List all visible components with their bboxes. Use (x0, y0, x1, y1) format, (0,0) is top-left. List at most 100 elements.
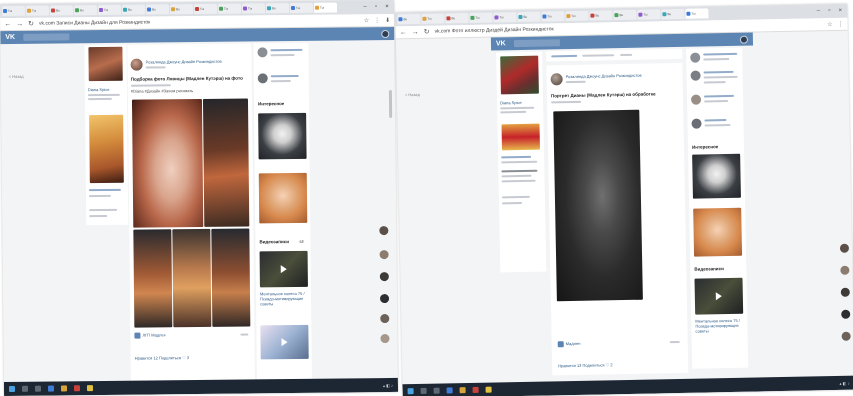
chat-avatar[interactable] (840, 265, 850, 275)
browser-tab[interactable]: Tur (493, 12, 517, 23)
task-view-icon[interactable] (34, 385, 42, 392)
post-author-avatar[interactable] (550, 73, 563, 86)
profile-name[interactable]: Diana Spice (500, 100, 522, 105)
profile-photo[interactable] (88, 46, 123, 82)
post-photo-grid-1[interactable] (133, 229, 173, 328)
group-avatar[interactable] (690, 70, 701, 81)
reload-icon[interactable]: ↻ (28, 20, 34, 28)
bookmark-star-icon[interactable]: ☆ (364, 17, 369, 24)
minimize-button[interactable]: – (362, 4, 368, 10)
task-view-icon[interactable] (433, 387, 440, 394)
feed-tab[interactable] (551, 54, 578, 58)
chat-avatar[interactable] (379, 272, 389, 282)
close-button[interactable]: × (837, 8, 843, 14)
side-menu-back-link[interactable]: < Назад (9, 74, 24, 79)
vk-logo[interactable]: VK (5, 34, 15, 41)
friend-photo[interactable] (501, 123, 540, 151)
chat-avatar[interactable] (380, 334, 390, 344)
maximize-button[interactable]: ▫ (826, 8, 832, 14)
start-windows-icon[interactable] (8, 385, 16, 393)
menu-dots-icon[interactable]: ⋮ (838, 20, 844, 27)
video-caption[interactable]: Ментальное колесо 75 / Псевдо-мотивирующ… (695, 318, 745, 334)
side-menu-back-link[interactable]: < Назад (405, 92, 420, 97)
opera-icon[interactable] (73, 385, 81, 392)
forward-arrow-icon[interactable]: → (412, 28, 419, 35)
url-field[interactable]: vk.com Записи Дианы Дизайн для Розкиндис… (39, 19, 150, 26)
post-attachment-link[interactable]: Мадлен (566, 341, 581, 346)
browser-tab[interactable]: Tur (193, 3, 218, 15)
group-avatar[interactable] (691, 118, 702, 129)
browser-icon[interactable] (47, 385, 55, 392)
browser-tab[interactable]: Bu (445, 12, 469, 24)
search-icon[interactable] (21, 385, 29, 392)
browser-tab[interactable]: Tur (541, 11, 565, 22)
files-icon[interactable] (485, 386, 492, 393)
post-author-avatar[interactable] (130, 58, 143, 71)
maximize-button[interactable]: ▫ (373, 4, 379, 10)
group-avatar[interactable] (690, 94, 702, 105)
back-arrow-icon[interactable]: ← (400, 29, 407, 36)
folder-icon[interactable] (60, 385, 68, 392)
video-thumbnail[interactable] (694, 277, 744, 315)
post-actions[interactable]: Нравится 12 Поделиться ♡ 3 (135, 355, 245, 361)
tray-icons[interactable]: ▴ ◧ ♪ (839, 380, 849, 385)
chat-avatar[interactable] (841, 309, 851, 319)
widget-image-2[interactable] (693, 207, 743, 257)
browser-tab[interactable]: Tur (313, 2, 338, 13)
feed-tab[interactable] (620, 53, 633, 57)
vk-logo[interactable]: VK (496, 40, 506, 47)
feed-tab[interactable] (582, 54, 615, 57)
browser-tab[interactable]: Bu (121, 4, 146, 15)
chat-avatar[interactable] (380, 294, 390, 304)
chat-avatar[interactable] (840, 287, 850, 297)
browser-tab[interactable]: Bu (517, 11, 541, 23)
post-actions[interactable]: Нравится 13 Поделиться ♡ 2 (558, 361, 678, 368)
post-author-name[interactable]: Розалинда Джоунс Дизайн Розкиндистов (566, 72, 676, 79)
minimize-button[interactable]: – (815, 8, 821, 14)
post-author-name[interactable]: Розалинда Джоунс Дизайн Розкиндистов (146, 59, 246, 65)
browser-tab[interactable]: Tur (217, 3, 242, 14)
browser-tab[interactable]: Tur (565, 10, 589, 22)
video-caption[interactable]: Ментальное колесо 75 / Псевдо-мотивирующ… (260, 291, 310, 306)
search-icon[interactable] (420, 387, 427, 394)
page-scrollbar[interactable] (388, 89, 393, 119)
forward-arrow-icon[interactable]: → (16, 20, 23, 27)
url-field[interactable]: vk.com Фото иллюстр Диздей Дизайн Розкин… (435, 26, 554, 34)
menu-dots-icon[interactable]: ⋮ (374, 17, 380, 24)
chat-avatar[interactable] (379, 226, 389, 236)
browser-tab[interactable]: Tur (637, 9, 661, 20)
download-icon[interactable]: ⬇ (385, 16, 390, 23)
friend-photo[interactable] (89, 114, 124, 184)
widget-image-1[interactable] (692, 153, 741, 199)
tray-icons[interactable]: ▴ ◧ ♪ (383, 382, 393, 387)
browser-tab[interactable]: Tur (685, 8, 709, 19)
browser-tab[interactable]: Tur (469, 12, 493, 23)
chat-avatar[interactable] (379, 250, 389, 260)
browser-icon[interactable] (446, 387, 453, 394)
vk-search-input[interactable] (513, 39, 560, 48)
close-button[interactable]: × (384, 4, 390, 10)
browser-tab[interactable]: Tur (241, 3, 266, 14)
group-avatar[interactable] (690, 52, 701, 63)
start-windows-icon[interactable] (407, 388, 414, 395)
chat-avatar[interactable] (841, 331, 851, 341)
browser-tab[interactable]: Bu (265, 3, 290, 14)
video-thumbnail-2[interactable] (260, 324, 309, 360)
folder-icon[interactable] (459, 387, 466, 394)
group-avatar[interactable] (257, 73, 268, 84)
browser-tab[interactable]: Bu (73, 5, 98, 16)
browser-tab[interactable]: Bu (661, 8, 685, 20)
widget-image-2[interactable] (258, 172, 308, 224)
post-photo-grid-2[interactable] (172, 228, 212, 328)
files-icon[interactable] (86, 385, 94, 392)
vk-user-menu[interactable] (381, 29, 390, 38)
browser-tab[interactable]: Bu (145, 4, 170, 15)
browser-tab[interactable]: Bu (397, 13, 421, 25)
bookmark-star-icon[interactable]: ☆ (827, 20, 833, 27)
opera-icon[interactable] (472, 386, 479, 393)
browser-tab[interactable]: Bu (49, 5, 74, 16)
video-thumbnail[interactable] (259, 250, 308, 288)
post-photo-bw-portrait[interactable] (553, 109, 643, 302)
browser-tab[interactable]: Tur (25, 5, 50, 16)
browser-tab[interactable]: Bu (169, 4, 194, 15)
